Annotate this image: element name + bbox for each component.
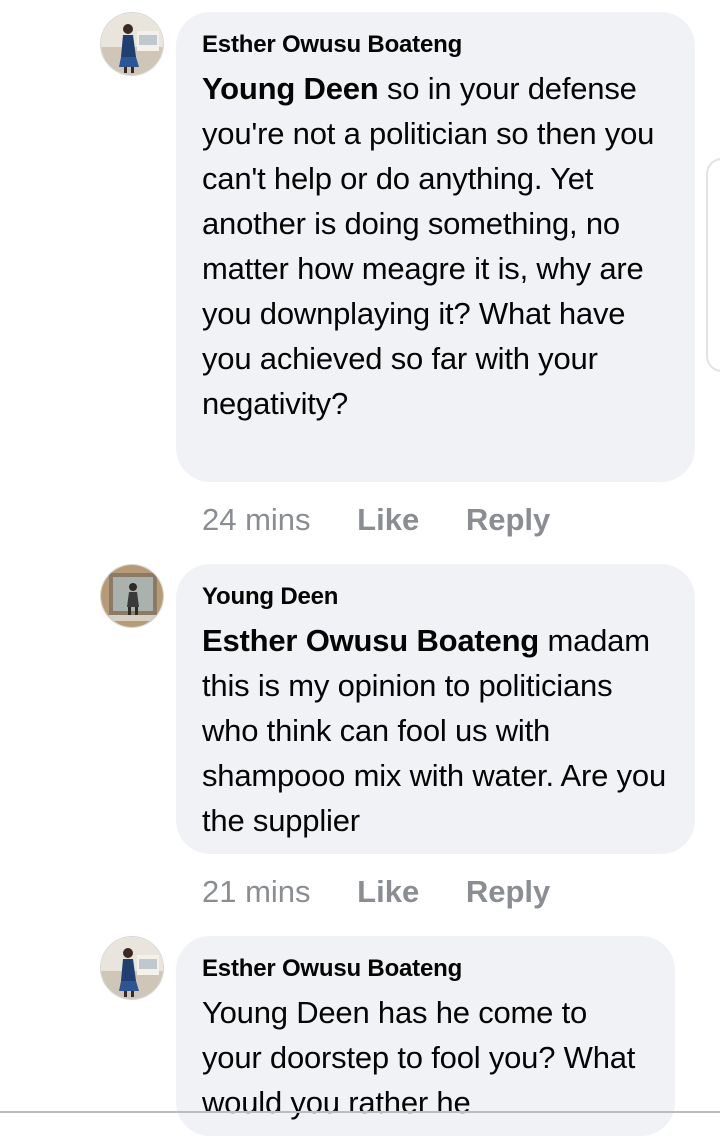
profile-photo-woman-icon <box>101 937 163 999</box>
mention-link[interactable]: Esther Owusu Boateng <box>202 623 539 658</box>
reply-button[interactable]: Reply <box>466 872 550 912</box>
comment-bubble: Esther Owusu Boateng Young Deen has he c… <box>176 936 675 1136</box>
mention-link[interactable]: Young Deen <box>202 71 379 106</box>
adjacent-card-edge <box>706 158 720 372</box>
comment-author[interactable]: Esther Owusu Boateng <box>202 30 671 60</box>
like-button[interactable]: Like <box>357 500 419 540</box>
profile-photo-woman-icon <box>101 13 163 75</box>
avatar[interactable] <box>100 936 164 1000</box>
comment-text: Young Deen has he come to your doorstep … <box>202 995 636 1120</box>
comment-author[interactable]: Esther Owusu Boateng <box>202 954 651 984</box>
comment-author[interactable]: Young Deen <box>202 582 671 612</box>
comment-bubble: Esther Owusu Boateng Young Deen so in yo… <box>176 12 695 482</box>
comment-body-text: so in your defense you're not a politici… <box>202 71 655 421</box>
avatar[interactable] <box>100 564 164 628</box>
comment-timestamp: 24 mins <box>202 502 311 537</box>
reply-button[interactable]: Reply <box>466 500 550 540</box>
comment-text: Esther Owusu Boateng madam this is my op… <box>202 618 671 843</box>
bottom-divider <box>0 1111 720 1113</box>
like-button[interactable]: Like <box>357 872 419 912</box>
comment-bubble: Young Deen Esther Owusu Boateng madam th… <box>176 564 695 854</box>
profile-photo-man-icon <box>101 565 163 627</box>
comment-text: Young Deen so in your defense you're not… <box>202 66 671 426</box>
comment-actions: 21 mins Like Reply <box>202 872 550 912</box>
comment-actions: 24 mins Like Reply <box>202 500 550 540</box>
comment-timestamp: 21 mins <box>202 874 311 909</box>
avatar[interactable] <box>100 12 164 76</box>
